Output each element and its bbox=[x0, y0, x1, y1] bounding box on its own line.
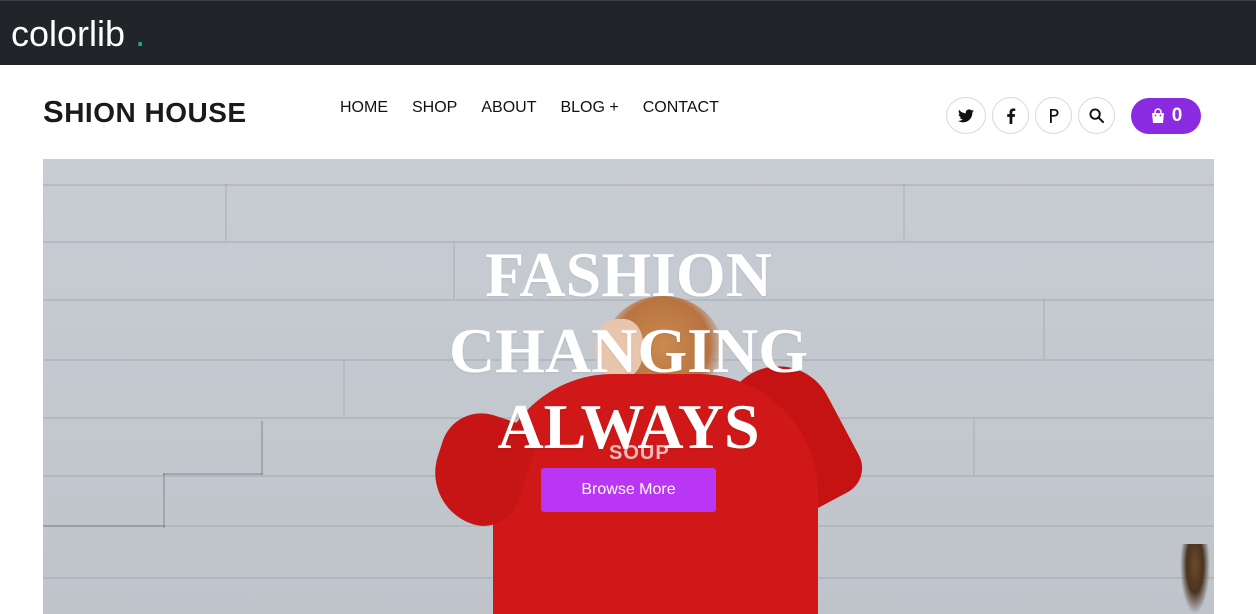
search-button[interactable] bbox=[1078, 97, 1115, 134]
browse-more-button[interactable]: Browse More bbox=[541, 468, 716, 512]
nav-about[interactable]: ABOUT bbox=[481, 98, 536, 118]
wall-line bbox=[43, 184, 1214, 186]
cart-button[interactable]: 0 bbox=[1131, 97, 1201, 134]
wall-step bbox=[43, 525, 165, 527]
main-nav: HOME SHOP ABOUT BLOG + CONTACT bbox=[340, 98, 743, 118]
shopping-bag-icon bbox=[1151, 107, 1164, 123]
wall-joint bbox=[225, 184, 227, 241]
brand-text: colorlib bbox=[11, 13, 126, 54]
hero-title-line: ALWAYS bbox=[497, 391, 760, 462]
hero-banner: SOUP FASHION CHANGING ALWAYS Browse More bbox=[43, 159, 1214, 614]
facebook-button[interactable] bbox=[992, 97, 1029, 134]
header-icons: 0 bbox=[946, 97, 1201, 134]
colorlib-brand[interactable]: colorlib . bbox=[11, 12, 145, 56]
facebook-icon bbox=[1006, 107, 1015, 124]
hero-title: FASHION CHANGING ALWAYS bbox=[43, 237, 1214, 465]
brand-dot: . bbox=[135, 13, 146, 54]
pinterest-button[interactable] bbox=[1035, 97, 1072, 134]
site-header: SHION HOUSE HOME SHOP ABOUT BLOG + CONTA… bbox=[0, 65, 1256, 159]
nav-shop[interactable]: SHOP bbox=[412, 98, 457, 118]
nav-home[interactable]: HOME bbox=[340, 98, 388, 118]
top-bar: colorlib . bbox=[0, 0, 1256, 65]
logo-rest: HION HOUSE bbox=[64, 97, 247, 128]
hero-title-line: FASHION bbox=[485, 239, 772, 310]
site-logo[interactable]: SHION HOUSE bbox=[43, 95, 247, 130]
wall-joint bbox=[903, 184, 905, 241]
pinterest-icon bbox=[1049, 109, 1058, 123]
twitter-button[interactable] bbox=[946, 97, 986, 134]
logo-first-letter: S bbox=[43, 94, 65, 129]
twitter-icon bbox=[958, 108, 974, 122]
hero-title-line: CHANGING bbox=[448, 315, 809, 386]
nav-blog[interactable]: BLOG + bbox=[560, 98, 618, 118]
wall-plant bbox=[1180, 544, 1210, 614]
wall-step bbox=[163, 473, 263, 475]
nav-contact[interactable]: CONTACT bbox=[643, 98, 719, 118]
search-icon bbox=[1089, 108, 1104, 123]
wall-step bbox=[163, 473, 165, 528]
cart-count: 0 bbox=[1171, 104, 1183, 126]
